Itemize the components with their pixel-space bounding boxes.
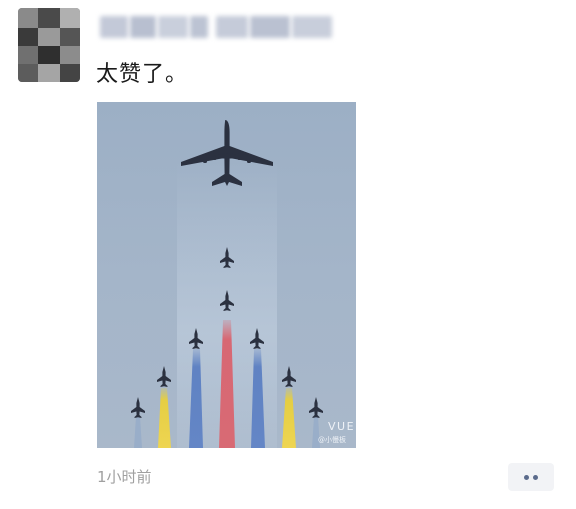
moments-post: 太赞了。 VUE @小慢板 1小时前 <box>0 0 576 509</box>
avatar[interactable] <box>18 8 80 82</box>
parade-flyover-image: VUE @小慢板 <box>97 102 356 448</box>
watermark-vue: VUE <box>328 420 355 433</box>
post-text: 太赞了。 <box>96 62 189 87</box>
author-name[interactable] <box>96 12 338 42</box>
more-dots-icon <box>524 474 529 480</box>
post-photo[interactable]: VUE @小慢板 <box>97 102 356 448</box>
more-actions-button[interactable] <box>508 463 554 491</box>
watermark-author: @小慢板 <box>318 435 346 444</box>
post-timestamp: 1小时前 <box>97 468 152 486</box>
